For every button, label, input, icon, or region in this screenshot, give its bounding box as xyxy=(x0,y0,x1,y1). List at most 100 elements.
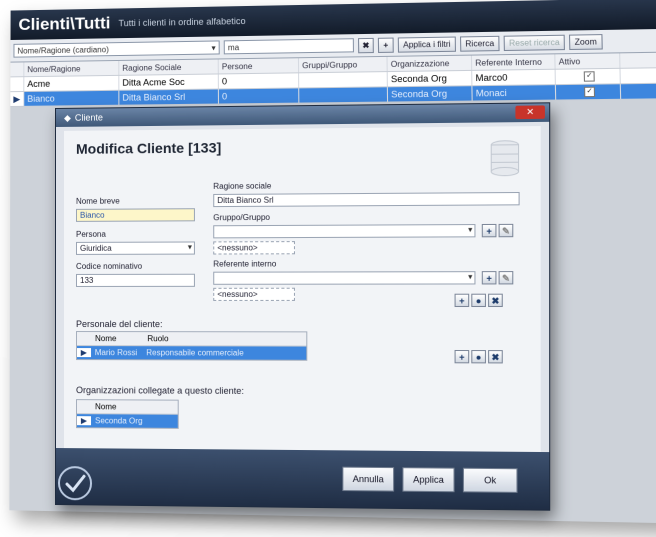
nome-field[interactable]: Bianco xyxy=(75,208,195,222)
referente-tag: <nessuno> xyxy=(213,287,295,301)
ragione-label: Ragione sociale xyxy=(213,181,272,191)
plus-icon: + xyxy=(459,352,465,363)
row-pointer-icon: ▶ xyxy=(76,348,91,358)
column-header[interactable]: Nome/Ragione xyxy=(24,60,120,77)
add-filter-button[interactable]: + xyxy=(377,37,394,53)
view-select[interactable]: Nome/Ragione (cardiano) ▾ xyxy=(13,40,220,58)
delete-contact-button[interactable]: ✖ xyxy=(488,293,503,308)
view-contact-button[interactable]: ● xyxy=(471,293,486,308)
referente-select[interactable] xyxy=(213,271,476,285)
delete-icon: ✖ xyxy=(491,352,500,363)
clients-grid: Nome/Ragione Ragione Sociale Persone Gru… xyxy=(10,52,656,107)
table-cell xyxy=(299,87,389,103)
table-cell: 0 xyxy=(218,73,300,89)
screenshot-stage: Clienti\Tutti Tutti i clienti in ordine … xyxy=(0,0,656,537)
apply-button[interactable]: Applica xyxy=(402,467,455,493)
check-logo-icon xyxy=(57,466,93,501)
plus-icon: + xyxy=(486,273,492,284)
table-cell: Acme xyxy=(24,75,120,92)
codice-label: Codice nominativo xyxy=(75,261,143,271)
pencil-icon: ✎ xyxy=(501,225,510,237)
gruppo-select[interactable] xyxy=(213,224,476,239)
window-icon: ◆ xyxy=(63,112,71,123)
ok-button[interactable]: Ok xyxy=(462,467,518,493)
close-icon: ✖ xyxy=(362,40,370,50)
persons-header-row: Nome Ruolo xyxy=(76,332,307,347)
app-title: Clienti\Tutti xyxy=(18,13,111,34)
table-cell: Seconda Org xyxy=(387,70,473,87)
dialog-footer: Annulla Applica Ok xyxy=(55,448,550,510)
table-cell: Ditta Acme Soc xyxy=(119,74,219,90)
plus-icon: + xyxy=(383,40,389,50)
table-cell: 0 xyxy=(218,88,300,104)
active-checkbox-cell[interactable]: ✓ xyxy=(555,84,622,100)
add-person-button[interactable]: + xyxy=(454,349,470,364)
table-cell: Seconda Org xyxy=(387,86,473,102)
app-subtitle: Tutti i clienti in ordine alfabetico xyxy=(118,16,246,29)
table-cell: Mario Rossi xyxy=(94,348,138,358)
column-header[interactable]: Ruolo xyxy=(143,334,300,343)
gruppo-tag: <nessuno> xyxy=(213,241,295,255)
edit-gruppo-button[interactable]: ✎ xyxy=(498,223,514,238)
add-contact-button[interactable]: + xyxy=(454,293,470,308)
plus-icon: + xyxy=(486,226,492,237)
table-cell xyxy=(299,72,388,88)
column-header[interactable]: Nome xyxy=(91,334,143,343)
column-header[interactable]: Nome xyxy=(91,402,176,412)
table-cell: Seconda Org xyxy=(95,416,143,426)
persona-label: Persona xyxy=(75,229,106,239)
cancel-button[interactable]: Annulla xyxy=(342,466,395,492)
referente-label: Referente interno xyxy=(213,259,277,269)
persona-select[interactable]: Giuridica xyxy=(75,241,195,255)
persons-grid: Nome Ruolo ▶ Mario Rossi Responsabile co… xyxy=(75,331,308,361)
column-header[interactable]: Referente Interno xyxy=(471,54,556,70)
table-cell: Marco0 xyxy=(472,69,556,86)
delete-person-button[interactable]: ✖ xyxy=(488,350,503,364)
add-referente-button[interactable]: + xyxy=(481,271,497,285)
clear-filter-button[interactable]: ✖ xyxy=(358,37,374,53)
view-person-button[interactable]: ● xyxy=(471,350,486,364)
nome-label: Nome breve xyxy=(75,196,120,206)
edit-client-dialog: ◆ Cliente ✕ Modifica Cliente [133] Nome … xyxy=(55,102,551,511)
orgs-header-row: Nome xyxy=(76,400,178,415)
codice-field[interactable]: 133 xyxy=(75,273,195,287)
checkbox[interactable]: ✓ xyxy=(583,71,595,82)
checkbox[interactable]: ✓ xyxy=(584,86,596,98)
row-pointer-icon: ▶ xyxy=(13,93,21,104)
view-icon: ● xyxy=(475,352,482,363)
zoom-button[interactable]: Zoom xyxy=(569,33,603,50)
edit-referente-button[interactable]: ✎ xyxy=(498,271,514,285)
filter-input-value: ma xyxy=(227,42,240,52)
close-icon: ✕ xyxy=(526,106,535,117)
table-cell: Bianco xyxy=(24,90,120,106)
reset-search-button[interactable]: Reset ricerca xyxy=(503,34,566,51)
orgs-grid: Nome ▶ Seconda Org xyxy=(75,399,179,429)
row-pointer-icon: ▶ xyxy=(76,416,92,426)
column-header[interactable]: Attivo xyxy=(555,53,621,69)
table-cell: Responsabile commerciale xyxy=(146,348,244,358)
dialog-window-title: Cliente xyxy=(74,112,104,123)
filter-input[interactable]: ma xyxy=(223,38,354,55)
dialog-body: Modifica Cliente [133] Nome breve Bianco… xyxy=(63,126,541,453)
search-button[interactable]: Ricerca xyxy=(459,35,500,52)
active-checkbox-cell[interactable]: ✓ xyxy=(555,68,621,85)
column-header[interactable]: Organizzazione xyxy=(387,55,473,72)
orgs-title: Organizzazioni collegate a questo client… xyxy=(75,385,244,396)
persona-select-value: Giuridica xyxy=(80,243,112,253)
table-row-selected[interactable]: ▶ Mario Rossi Responsabile commerciale xyxy=(76,346,307,360)
dialog-titlebar: ◆ Cliente xyxy=(55,103,550,127)
close-button[interactable]: ✕ xyxy=(515,105,545,120)
column-header[interactable]: Ragione Sociale xyxy=(119,59,219,75)
pencil-icon: ✎ xyxy=(501,273,510,284)
table-cell: Monaci xyxy=(472,85,557,101)
apply-filter-button[interactable]: Applica i filtri xyxy=(397,36,456,53)
persons-title: Personale del cliente: xyxy=(75,319,163,330)
table-row-selected[interactable]: ▶ Seconda Org xyxy=(76,414,178,428)
column-header[interactable]: Persone xyxy=(218,58,300,74)
column-header[interactable]: Gruppi/Gruppo xyxy=(298,56,388,73)
row-marker: ▶ xyxy=(10,91,25,106)
ragione-field[interactable]: Ditta Bianco Srl xyxy=(213,191,520,208)
table-cell: Ditta Bianco Srl xyxy=(119,89,219,105)
add-gruppo-button[interactable]: + xyxy=(481,223,497,238)
gruppo-label: Gruppo/Gruppo xyxy=(213,212,270,223)
